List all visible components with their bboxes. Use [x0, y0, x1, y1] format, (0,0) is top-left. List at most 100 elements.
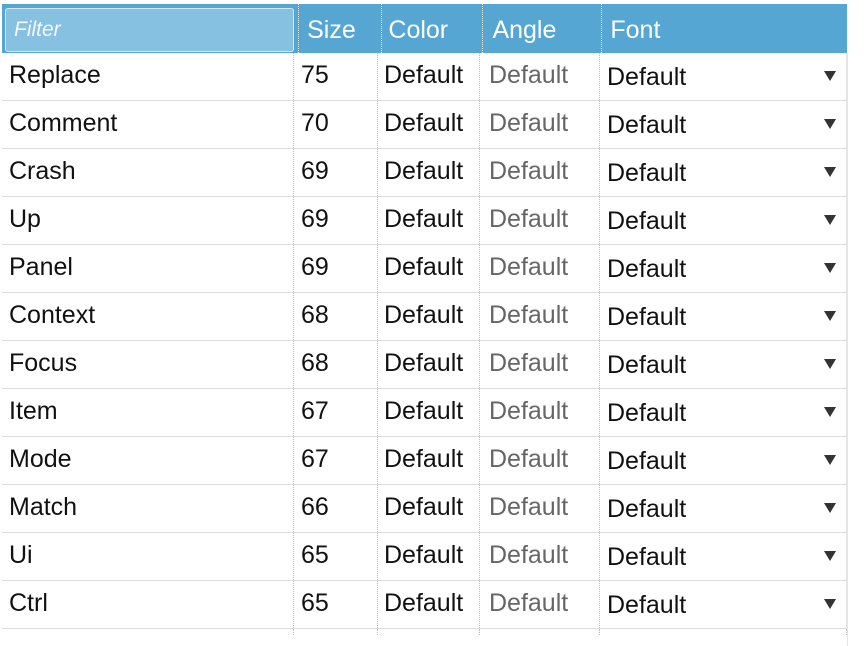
row-size[interactable]: 65 [294, 533, 378, 580]
column-header-font[interactable]: Font [602, 4, 847, 53]
font-select[interactable]: Default [600, 437, 847, 484]
table-body: Replace 75 Default Default Default Comment 70 D… [2, 53, 847, 635]
font-select-value: Default [607, 398, 687, 427]
font-select[interactable]: Default [600, 341, 847, 388]
chevron-down-icon[interactable] [824, 310, 836, 321]
font-select[interactable]: Default [600, 149, 847, 196]
font-select[interactable]: Default [600, 581, 847, 628]
row-color[interactable]: Default [378, 245, 480, 292]
chevron-down-icon[interactable] [824, 598, 836, 609]
row-name: Comment [2, 101, 294, 148]
font-select-value: Default [607, 62, 687, 91]
table-right-border [847, 53, 848, 646]
font-select[interactable]: Default [600, 101, 847, 148]
font-settings-table: Size Color Angle Font Replace75DefaultDe… [2, 4, 847, 635]
font-select-value: Default [607, 350, 687, 379]
font-select[interactable]: Default [600, 53, 847, 100]
chevron-down-icon[interactable] [824, 214, 836, 225]
column-header-angle[interactable]: Angle [483, 4, 603, 53]
row-name: Focus [2, 341, 294, 388]
row-color[interactable]: Default [378, 389, 480, 436]
row-angle[interactable]: Default [480, 581, 600, 628]
table-row[interactable]: Comment 70 Default Default Default [2, 101, 847, 149]
table-row[interactable]: Panel 69 Default Default Default [2, 245, 847, 293]
row-size[interactable]: 69 [294, 149, 378, 196]
chevron-down-icon[interactable] [824, 550, 836, 561]
column-header-size[interactable]: Size [299, 4, 383, 53]
row-angle[interactable]: Default [480, 389, 600, 436]
column-header-color[interactable]: Color [382, 4, 484, 53]
font-select-value: Default [607, 158, 687, 187]
row-angle[interactable]: Default [480, 149, 600, 196]
table-row[interactable]: Ctrl 65 Default Default Default [2, 581, 847, 629]
chevron-down-icon[interactable] [824, 166, 836, 177]
row-name: Up [2, 197, 294, 244]
row-angle-partial [480, 629, 600, 635]
row-angle[interactable]: Default [480, 533, 600, 580]
row-angle[interactable]: Default [480, 101, 600, 148]
table-row[interactable]: Match 66 Default Default Default [2, 485, 847, 533]
font-select-value: Default [607, 494, 687, 523]
font-select[interactable]: Default [600, 293, 847, 340]
table-row-partial [2, 629, 847, 635]
chevron-down-icon[interactable] [824, 118, 836, 129]
row-name: Item [2, 389, 294, 436]
row-color[interactable]: Default [378, 485, 480, 532]
table-row[interactable]: Context 68 Default Default Default [2, 293, 847, 341]
chevron-down-icon[interactable] [824, 406, 836, 417]
row-angle[interactable]: Default [480, 245, 600, 292]
row-angle[interactable]: Default [480, 53, 600, 100]
row-name: Replace [2, 53, 294, 100]
row-name: Ui [2, 533, 294, 580]
row-color[interactable]: Default [378, 293, 480, 340]
row-color[interactable]: Default [378, 53, 480, 100]
row-size[interactable]: 67 [294, 437, 378, 484]
row-color[interactable]: Default [378, 533, 480, 580]
filter-input[interactable] [5, 8, 295, 52]
row-size[interactable]: 70 [294, 101, 378, 148]
chevron-down-icon[interactable] [824, 358, 836, 369]
row-size[interactable]: 68 [294, 341, 378, 388]
chevron-down-icon[interactable] [824, 70, 836, 81]
row-size[interactable]: 67 [294, 389, 378, 436]
font-select[interactable]: Default [600, 389, 847, 436]
row-color[interactable]: Default [378, 101, 480, 148]
row-color[interactable]: Default [378, 341, 480, 388]
font-select-value: Default [607, 206, 687, 235]
row-angle[interactable]: Default [480, 437, 600, 484]
row-size[interactable]: 68 [294, 293, 378, 340]
row-color[interactable]: Default [378, 437, 480, 484]
font-select[interactable]: Default [600, 533, 847, 580]
row-name: Context [2, 293, 294, 340]
font-select[interactable]: Default [600, 245, 847, 292]
row-size[interactable]: 75 [294, 53, 378, 100]
row-size[interactable]: 69 [294, 197, 378, 244]
table-row[interactable]: Up 69 Default Default Default [2, 197, 847, 245]
row-angle[interactable]: Default [480, 293, 600, 340]
table-row[interactable]: Ui 65 Default Default Default [2, 533, 847, 581]
row-size[interactable]: 69 [294, 245, 378, 292]
table-row[interactable]: Focus 68 Default Default Default [2, 341, 847, 389]
table-row[interactable]: Replace 75 Default Default Default [2, 53, 847, 101]
row-angle[interactable]: Default [480, 485, 600, 532]
row-color[interactable]: Default [378, 149, 480, 196]
chevron-down-icon[interactable] [824, 262, 836, 273]
chevron-down-icon[interactable] [824, 454, 836, 465]
row-angle[interactable]: Default [480, 341, 600, 388]
row-color[interactable]: Default [378, 581, 480, 628]
table-row[interactable]: Item 67 Default Default Default [2, 389, 847, 437]
font-select-value: Default [607, 254, 687, 283]
chevron-down-icon[interactable] [824, 502, 836, 513]
font-select-value: Default [607, 542, 687, 571]
row-angle[interactable]: Default [480, 197, 600, 244]
font-select[interactable]: Default [600, 485, 847, 532]
font-select[interactable]: Default [600, 197, 847, 244]
row-name: Crash [2, 149, 294, 196]
row-color-partial [378, 629, 480, 635]
table-row[interactable]: Mode 67 Default Default Default [2, 437, 847, 485]
row-size[interactable]: 65 [294, 581, 378, 628]
row-size[interactable]: 66 [294, 485, 378, 532]
table-row[interactable]: Crash 69 Default Default Default [2, 149, 847, 197]
font-select-value: Default [607, 110, 687, 139]
row-color[interactable]: Default [378, 197, 480, 244]
